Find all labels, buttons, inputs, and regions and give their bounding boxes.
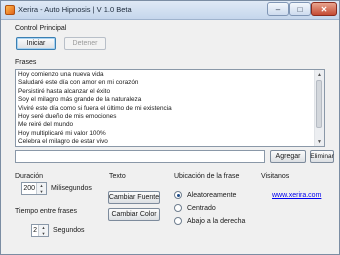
- scroll-up-arrow-icon[interactable]: ▲: [315, 70, 324, 79]
- app-window: Xerira - Auto Hipnosis | V 1.0 Beta – □ …: [0, 0, 340, 255]
- list-item[interactable]: Me reiré del mundo: [18, 121, 314, 129]
- interval-value: 2: [33, 227, 37, 234]
- remove-phrase-button[interactable]: Eliminar: [310, 150, 334, 163]
- duration-stepper[interactable]: 200 ▲ ▼: [21, 182, 47, 195]
- phrase-input[interactable]: [15, 150, 265, 163]
- position-random-option[interactable]: Aleatoreamente: [174, 191, 236, 199]
- list-item[interactable]: Viviré este día como si fuera el último …: [18, 105, 314, 113]
- list-item[interactable]: Hoy multiplicaré mi valor 100%: [18, 130, 314, 138]
- radio-center[interactable]: [174, 204, 182, 212]
- position-center-option[interactable]: Centrado: [174, 204, 216, 212]
- phrases-list-items: Hoy comienzo una nueva vida Saludaré este…: [18, 71, 314, 146]
- phrases-list[interactable]: Hoy comienzo una nueva vida Saludaré este…: [15, 69, 325, 147]
- list-item[interactable]: Hoy comienzo una nueva vida: [18, 71, 314, 79]
- list-item[interactable]: Soy el milagro más grande de la naturale…: [18, 96, 314, 104]
- stop-button[interactable]: Detener: [64, 37, 106, 50]
- window-title: Xerira - Auto Hipnosis | V 1.0 Beta: [18, 5, 132, 14]
- interval-stepper[interactable]: 2 ▲ ▼: [31, 224, 49, 237]
- phrases-scrollbar[interactable]: ▲ ▼: [314, 70, 324, 146]
- scroll-thumb[interactable]: [316, 80, 322, 128]
- frases-title: Frases: [15, 59, 37, 66]
- duration-unit: Milisegundos: [51, 185, 92, 192]
- start-button[interactable]: Iniciar: [16, 37, 56, 50]
- position-bottom-right-option[interactable]: Abajo a la derecha: [174, 217, 245, 225]
- position-center-label: Centrado: [187, 204, 216, 212]
- close-button[interactable]: ✕: [311, 2, 337, 16]
- duracion-title: Duración: [15, 173, 44, 180]
- interval-unit: Segundos: [53, 227, 85, 234]
- list-item[interactable]: Persistiré hasta alcanzar el éxito: [18, 88, 314, 96]
- add-phrase-button[interactable]: Agregar: [270, 150, 306, 163]
- app-icon: [5, 5, 15, 15]
- scroll-down-arrow-icon[interactable]: ▼: [315, 137, 324, 146]
- radio-bottom-right[interactable]: [174, 217, 182, 225]
- control-principal-title: Control Principal: [15, 25, 67, 32]
- change-color-button[interactable]: Cambiar Color: [108, 208, 160, 221]
- duration-stepper-arrows[interactable]: ▲ ▼: [36, 183, 46, 194]
- minimize-button[interactable]: –: [267, 2, 289, 16]
- maximize-button[interactable]: □: [289, 2, 311, 16]
- change-font-button[interactable]: Cambiar Fuente: [108, 191, 160, 204]
- position-bottom-right-label: Abajo a la derecha: [187, 217, 246, 225]
- duration-value: 200: [23, 185, 35, 192]
- website-link[interactable]: www.xerira.com: [272, 192, 321, 199]
- ubicacion-title: Ubicación de la frase: [174, 173, 240, 180]
- radio-random[interactable]: [174, 191, 182, 199]
- list-item[interactable]: Saludaré este día con amor en mi corazón: [18, 79, 314, 87]
- title-bar[interactable]: Xerira - Auto Hipnosis | V 1.0 Beta – □ …: [1, 1, 339, 20]
- list-item[interactable]: Celebra el milagro de estar vivo: [18, 138, 314, 146]
- interval-stepper-arrows[interactable]: ▲ ▼: [38, 225, 48, 236]
- list-item[interactable]: Hoy seré dueño de mis emociones: [18, 113, 314, 121]
- position-random-label: Aleatoreamente: [187, 191, 237, 199]
- visitanos-title: Visitanos: [261, 173, 290, 180]
- tiempo-entre-frases-title: Tiempo entre frases: [15, 208, 77, 215]
- texto-title: Texto: [109, 173, 126, 180]
